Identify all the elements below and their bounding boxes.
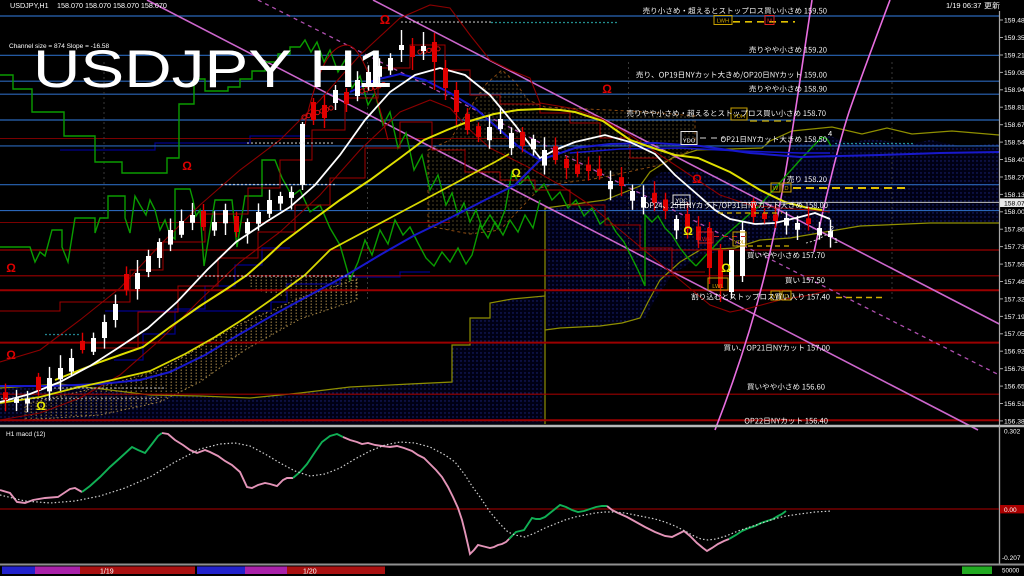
svg-text:LWH: LWH [717,19,729,25]
svg-text:H1 macd (12): H1 macd (12) [6,431,45,438]
svg-text:M: M [767,19,772,25]
svg-text:157.190: 157.190 [1004,314,1024,321]
svg-text:LWH: LWH [699,237,711,243]
svg-text:159.080: 159.080 [1004,70,1024,77]
svg-text:1/19: 1/19 [100,569,114,576]
svg-text:159.485: 159.485 [1004,17,1024,24]
svg-text:1: 1 [834,238,838,245]
svg-text:2: 2 [830,226,834,233]
svg-text:157.865: 157.865 [1004,227,1024,234]
svg-text:Ω: Ω [683,224,693,238]
svg-text:Ω: Ω [721,261,731,275]
svg-text:W: W [773,186,779,192]
svg-text:LWL: LWL [712,284,724,290]
svg-text:D: D [784,186,788,192]
svg-text:Ω: Ω [511,166,521,180]
svg-text:158.270: 158.270 [1004,174,1024,181]
svg-text:Ω: Ω [182,159,192,173]
svg-text:156.515: 156.515 [1004,401,1024,408]
svg-text:158.675: 158.675 [1004,122,1024,129]
svg-text:YDC: YDC [675,199,687,205]
svg-text:Channel size = 874 Slope = -16: Channel size = 874 Slope = -16.58 [9,43,109,50]
svg-text:Ω: Ω [36,399,46,413]
svg-text:50000: 50000 [1002,568,1020,575]
svg-text:-0.207: -0.207 [1002,555,1021,562]
svg-text:157.595: 157.595 [1004,262,1024,269]
svg-text:156.785: 156.785 [1004,366,1024,373]
svg-text:158.945: 158.945 [1004,87,1024,94]
svg-text:157.325: 157.325 [1004,296,1024,303]
svg-text:4: 4 [828,129,832,138]
svg-text:YDH: YDH [733,114,745,120]
svg-text:Ω: Ω [6,261,16,275]
svg-text:156.650: 156.650 [1004,384,1024,391]
svg-text:Ω: Ω [380,12,390,27]
svg-text:159.350: 159.350 [1004,35,1024,42]
svg-text:158.000: 158.000 [1004,209,1024,216]
svg-text:158.540: 158.540 [1004,140,1024,147]
svg-text:158.135: 158.135 [1004,192,1024,199]
svg-text:1/20: 1/20 [303,569,317,576]
svg-text:158.070 158.070 158.070 158.07: 158.070 158.070 158.070 158.070 [57,1,167,10]
svg-text:Ω: Ω [602,82,612,96]
svg-text:Ω: Ω [692,172,702,186]
svg-text:158.810: 158.810 [1004,105,1024,112]
svg-text:157.460: 157.460 [1004,279,1024,286]
svg-text:YDL: YDL [734,240,746,246]
svg-text:157.730: 157.730 [1004,244,1024,251]
svg-text:157.055: 157.055 [1004,331,1024,338]
svg-text:159.215: 159.215 [1004,52,1024,59]
svg-text:158.405: 158.405 [1004,157,1024,164]
svg-text:156.920: 156.920 [1004,349,1024,356]
svg-text:1/19 06:37: 1/19 06:37 [946,1,981,10]
svg-text:158.070: 158.070 [1004,200,1024,207]
svg-text:0.302: 0.302 [1004,429,1021,436]
svg-text:Ω: Ω [6,348,16,362]
svg-text:156.380: 156.380 [1004,418,1024,425]
svg-text:YDO: YDO [683,139,696,145]
svg-text:0.00: 0.00 [1004,507,1017,514]
svg-text:USDJPY,H1: USDJPY,H1 [10,1,49,10]
